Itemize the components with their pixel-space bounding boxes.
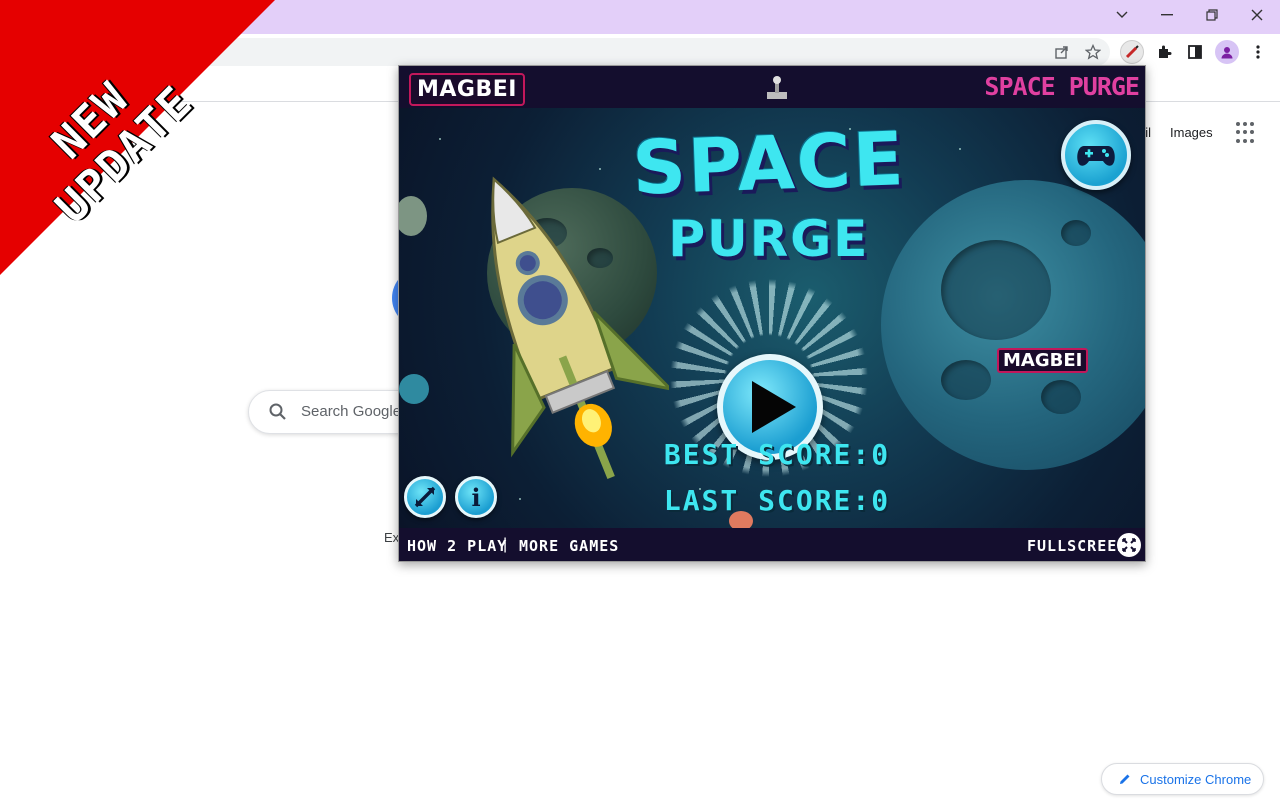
share-icon[interactable] [1050, 40, 1074, 64]
side-panel-icon[interactable] [1183, 40, 1207, 64]
magbei-watermark: MAGBEI [997, 348, 1089, 373]
best-score: BEST SCORE:0 [663, 438, 891, 471]
puzzle-icon[interactable] [1152, 40, 1176, 64]
info-icon: i [471, 482, 481, 512]
expand-button[interactable] [404, 476, 446, 518]
info-button[interactable]: i [455, 476, 497, 518]
blue-planet [881, 180, 1145, 470]
last-score: LAST SCORE:0 [663, 484, 891, 517]
search-icon [269, 403, 286, 420]
screen: ail Images Search Google Ex Customize Ch… [0, 0, 1280, 800]
chevron-down-icon[interactable] [1100, 0, 1144, 30]
profile-icon[interactable] [1215, 40, 1239, 64]
star-icon[interactable] [1081, 40, 1105, 64]
more-games-link[interactable]: MORE GAMES [519, 537, 619, 555]
joystick-icon [767, 76, 787, 99]
small-planet [399, 196, 427, 236]
game-title: SPACE PURGE [619, 116, 919, 268]
customize-chrome-label: Customize Chrome [1140, 771, 1252, 787]
pencil-icon [1120, 774, 1130, 784]
close-icon[interactable] [1235, 0, 1279, 30]
game-title-line-1: SPACE [631, 116, 907, 212]
search-placeholder: Search Google [301, 403, 402, 420]
more-games-controller-button[interactable] [1061, 120, 1131, 190]
more-vert-icon[interactable] [1246, 40, 1270, 64]
popup-header: MAGBEI SPACE PURGE [399, 66, 1145, 108]
small-planet [399, 374, 429, 404]
ntp-partial-text: Ex [384, 530, 400, 545]
how-to-play-link[interactable]: HOW 2 PLAY [407, 537, 507, 555]
fullscreen-icon[interactable] [1117, 533, 1141, 557]
game-stage: SPACE PURGE MAGBEI BEST SCORE:0 LAST SCO… [399, 108, 1145, 528]
footer-separator: | [503, 536, 508, 553]
images-link[interactable]: Images [1170, 125, 1213, 140]
address-bar[interactable] [150, 38, 1110, 66]
game-title-line-2: PURGE [668, 210, 870, 268]
popup-footer: HOW 2 PLAY | MORE GAMES FULLSCREEN [399, 528, 1145, 561]
minimize-icon[interactable] [1145, 0, 1189, 30]
expand-arrows-icon [414, 486, 436, 508]
extension-icon[interactable] [1120, 40, 1144, 64]
extension-popup: MAGBEI SPACE PURGE SPACE PURGE MAGBEI BE… [398, 65, 1146, 562]
apps-grid-icon[interactable] [1236, 122, 1258, 144]
customize-chrome-button[interactable]: Customize Chrome [1101, 763, 1264, 795]
magbei-logo[interactable]: MAGBEI [409, 73, 525, 106]
header-game-title: SPACE PURGE [984, 72, 1140, 101]
play-icon [752, 381, 796, 433]
fullscreen-link[interactable]: FULLSCREEN [1027, 537, 1127, 555]
gamepad-icon [1077, 146, 1115, 166]
restore-icon[interactable] [1190, 0, 1234, 30]
